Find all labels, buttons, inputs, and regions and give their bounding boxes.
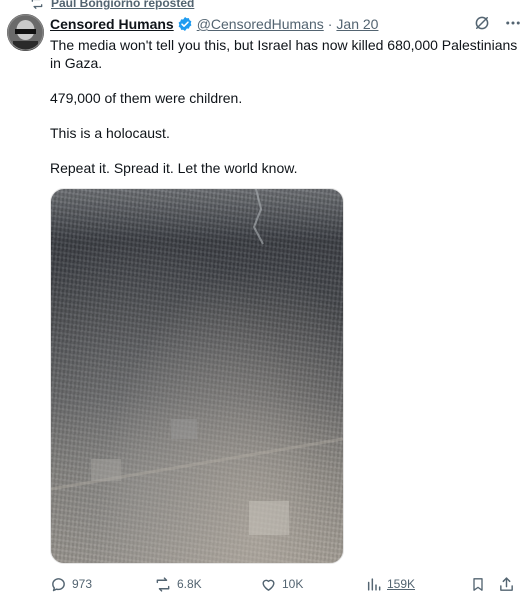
like-count: 10K [282,577,304,591]
share-icon [498,576,515,593]
views-count: 159K [387,577,416,591]
tweet-paragraph: This is a holocaust. [50,125,170,141]
reply-count: 973 [72,577,93,591]
share-button[interactable] [498,573,515,595]
tweet-text: The media won't tell you this, but Israe… [50,36,520,194]
views-button[interactable]: 159K [366,573,415,595]
views-icon [366,576,382,593]
header-separator: · [327,16,333,32]
avatar[interactable] [7,14,44,51]
tweet-paragraph: The media won't tell you this, but Israe… [50,37,518,71]
tweet-paragraph: 479,000 of them were children. [50,90,243,106]
tweet-actions: 973 6.8K 10K 159K [50,573,520,595]
reply-button[interactable]: 973 [50,573,92,595]
verified-badge-icon[interactable] [177,16,193,32]
tweet-media-image[interactable] [50,188,344,564]
like-button[interactable]: 10K [260,573,303,595]
repost-button[interactable]: 6.8K [154,573,202,595]
reply-icon [50,576,67,593]
bookmark-button[interactable] [470,573,486,595]
repost-icon [29,0,45,10]
author-handle[interactable]: @CensoredHumans [197,16,324,32]
bookmark-icon [470,576,486,593]
repost-count: 6.8K [177,577,202,591]
repost-context[interactable]: Paul Bongiorno reposted [29,0,194,11]
like-icon [260,576,277,593]
author-name[interactable]: Censored Humans [50,16,174,32]
repost-icon [154,576,172,593]
tweet-header: Censored Humans @CensoredHumans · Jan 20 [50,14,522,34]
repost-label[interactable]: Paul Bongiorno reposted [51,0,194,10]
more-icon[interactable] [504,14,522,32]
grok-icon[interactable] [473,14,491,32]
tweet-paragraph: Repeat it. Spread it. Let the world know… [50,160,298,176]
tweet-date[interactable]: Jan 20 [336,16,378,32]
